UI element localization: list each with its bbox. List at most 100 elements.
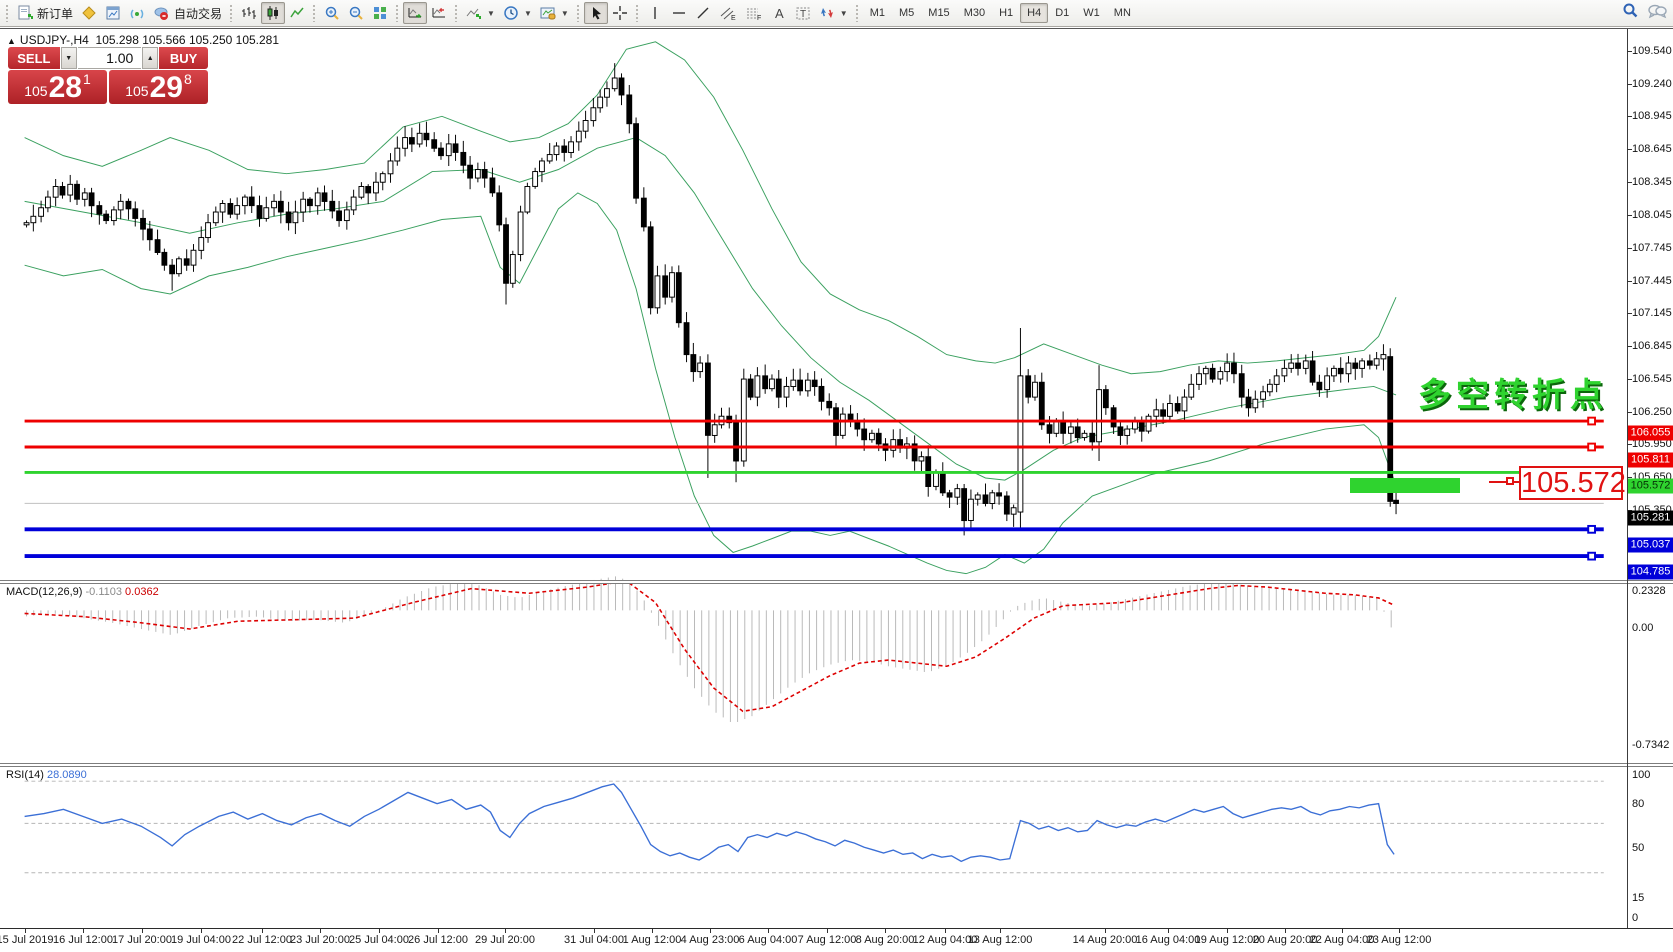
time-tick-label: 1 Aug 12:00 bbox=[623, 934, 682, 946]
vertical-line-tool-button[interactable] bbox=[643, 2, 667, 24]
bar-chart-icon bbox=[241, 5, 257, 21]
rsi-scale-label: 50 bbox=[1632, 842, 1644, 854]
toolbar-grip[interactable] bbox=[229, 4, 234, 22]
panel-splitter-rsi[interactable] bbox=[0, 763, 1673, 767]
time-tick-mark bbox=[1168, 929, 1169, 933]
fibonacci-tool-button[interactable]: F bbox=[741, 2, 767, 24]
candlestick-chart-button[interactable] bbox=[261, 2, 285, 24]
trendline-tool-button[interactable] bbox=[691, 2, 715, 24]
timeframe-m5-button[interactable]: M5 bbox=[892, 3, 921, 23]
indicators-button[interactable]: ▼ bbox=[462, 2, 499, 24]
toolbar-grip[interactable] bbox=[855, 4, 860, 22]
macd-scale-label: -0.7342 bbox=[1632, 739, 1669, 751]
macd-scale-label: 0.00 bbox=[1632, 622, 1653, 634]
channel-tool-button[interactable]: E bbox=[715, 2, 741, 24]
new-chart-button[interactable] bbox=[101, 2, 125, 24]
time-tick-mark bbox=[142, 929, 143, 933]
time-tick-label: 19 Aug 12:00 bbox=[1195, 934, 1260, 946]
chevron-down-icon: ▼ bbox=[487, 9, 495, 18]
price-level-badge: 104.785 bbox=[1628, 565, 1673, 580]
toolbar-grip[interactable] bbox=[635, 4, 640, 22]
macd-scale-label: 0.2328 bbox=[1632, 585, 1666, 597]
auto-scroll-button[interactable] bbox=[403, 2, 427, 24]
text-tool-button[interactable]: A bbox=[767, 2, 791, 24]
rsi-label: RSI(14) 28.0890 bbox=[6, 769, 87, 781]
timeframe-m15-button[interactable]: M15 bbox=[921, 3, 956, 23]
toolbar-grip[interactable] bbox=[395, 4, 400, 22]
timeframe-m1-button[interactable]: M1 bbox=[863, 3, 892, 23]
time-tick-mark bbox=[320, 929, 321, 933]
timeframe-mn-button[interactable]: MN bbox=[1107, 3, 1138, 23]
bid-price-panel[interactable]: 105 28 1 bbox=[8, 70, 107, 104]
volume-decrease-button[interactable]: ▼ bbox=[61, 47, 77, 69]
big-price-label[interactable]: 105.572 bbox=[1519, 466, 1623, 500]
autotrade-button[interactable]: 自动交易 bbox=[149, 2, 226, 24]
highlight-rectangle-object[interactable] bbox=[1350, 478, 1460, 493]
toolbar-grip[interactable] bbox=[312, 4, 317, 22]
time-tick-mark bbox=[1000, 929, 1001, 933]
line-handle[interactable] bbox=[1588, 553, 1595, 560]
line-chart-button[interactable] bbox=[285, 2, 309, 24]
line-handle[interactable] bbox=[1588, 444, 1595, 451]
time-tick-mark bbox=[379, 929, 380, 933]
arrows-tool-button[interactable]: ▼ bbox=[815, 2, 852, 24]
timeframe-m30-button[interactable]: M30 bbox=[957, 3, 992, 23]
text-label-tool-button[interactable]: T bbox=[791, 2, 815, 24]
timeframe-w1-button[interactable]: W1 bbox=[1076, 3, 1107, 23]
bar-chart-button[interactable] bbox=[237, 2, 261, 24]
chinese-annotation-text[interactable]: 多空转折点 bbox=[1418, 368, 1608, 416]
trendline-icon bbox=[695, 5, 711, 21]
toolbar-grip[interactable] bbox=[454, 4, 459, 22]
price-tick-label: 106.845 bbox=[1632, 340, 1672, 352]
search-icon[interactable] bbox=[1622, 2, 1639, 24]
rsi-scale-label: 80 bbox=[1632, 798, 1644, 810]
line-handle[interactable] bbox=[1588, 526, 1595, 533]
line-handle[interactable] bbox=[1588, 418, 1595, 425]
price-level-badge: 105.281 bbox=[1628, 510, 1673, 525]
toolbar-grip[interactable] bbox=[576, 4, 581, 22]
time-axis[interactable]: 15 Jul 201916 Jul 12:0017 Jul 20:0019 Ju… bbox=[0, 928, 1673, 952]
cursor-button[interactable] bbox=[584, 2, 608, 24]
price-tick-label: 108.945 bbox=[1632, 110, 1672, 122]
panel-splitter-macd[interactable] bbox=[0, 580, 1673, 584]
time-tick-mark bbox=[827, 929, 828, 933]
price-level-badge: 105.811 bbox=[1628, 452, 1673, 467]
time-tick-label: 8 Aug 20:00 bbox=[856, 934, 915, 946]
time-tick-mark bbox=[768, 929, 769, 933]
new-order-button[interactable]: 新订单 bbox=[13, 2, 77, 24]
horizontal-line-tool-button[interactable] bbox=[667, 2, 691, 24]
bollinger-bands bbox=[25, 42, 1396, 574]
bid-pips: 28 bbox=[49, 74, 82, 102]
templates-button[interactable]: ▼ bbox=[536, 2, 573, 24]
symbol-period-label: USDJPY-,H4 bbox=[20, 33, 89, 47]
price-label-connector bbox=[1489, 481, 1519, 483]
price-label-handle[interactable] bbox=[1506, 477, 1514, 485]
zoom-out-button[interactable] bbox=[344, 2, 368, 24]
timeframe-h4-button[interactable]: H4 bbox=[1020, 3, 1048, 23]
collapse-panel-arrow[interactable]: ▲ bbox=[7, 36, 16, 46]
mql-market-button[interactable] bbox=[77, 2, 101, 24]
toolbar-grip[interactable] bbox=[5, 4, 10, 22]
buy-button[interactable]: BUY bbox=[159, 47, 208, 69]
timeframe-d1-button[interactable]: D1 bbox=[1048, 3, 1076, 23]
timeframe-h1-button[interactable]: H1 bbox=[992, 3, 1020, 23]
ask-price-panel[interactable]: 105 29 8 bbox=[109, 70, 208, 104]
tile-windows-button[interactable] bbox=[368, 2, 392, 24]
price-tick-label: 106.545 bbox=[1632, 373, 1672, 385]
zoom-in-button[interactable] bbox=[320, 2, 344, 24]
periods-button[interactable]: ▼ bbox=[499, 2, 536, 24]
chat-icon[interactable] bbox=[1647, 3, 1667, 24]
volume-increase-button[interactable]: ▲ bbox=[142, 47, 158, 69]
indicators-icon bbox=[466, 5, 482, 21]
volume-input[interactable]: 1.00 bbox=[78, 47, 142, 69]
signals-button[interactable] bbox=[125, 2, 149, 24]
time-tick-label: 20 Aug 20:00 bbox=[1253, 934, 1318, 946]
diamond-icon bbox=[81, 5, 97, 21]
time-tick-mark bbox=[25, 929, 26, 933]
chart-shift-button[interactable] bbox=[427, 2, 451, 24]
crosshair-button[interactable] bbox=[608, 2, 632, 24]
sell-button[interactable]: SELL bbox=[8, 47, 60, 69]
macd-histogram bbox=[27, 576, 1392, 722]
time-tick-label: 14 Aug 20:00 bbox=[1073, 934, 1138, 946]
zoom-in-icon bbox=[324, 5, 340, 21]
